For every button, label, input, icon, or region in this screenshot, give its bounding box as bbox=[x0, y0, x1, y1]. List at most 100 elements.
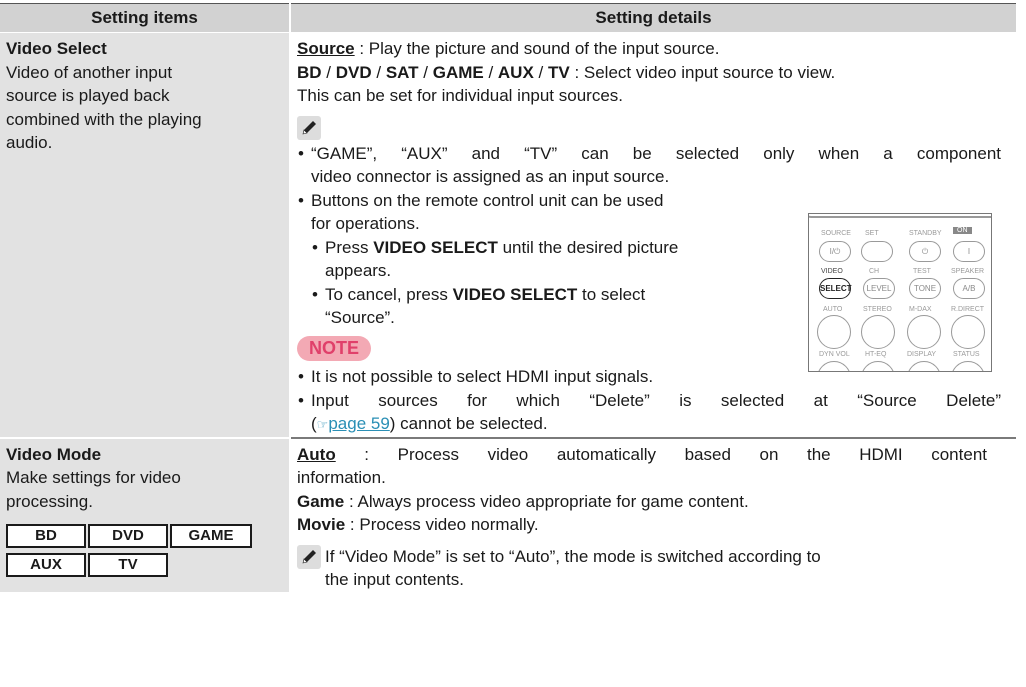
pencil-icon bbox=[297, 544, 321, 569]
bullet-text: video connector is assigned as an input … bbox=[311, 167, 670, 186]
separator: / bbox=[533, 62, 548, 82]
remote-label: R.DIRECT bbox=[951, 306, 985, 313]
remote-button-tone: TONE bbox=[909, 278, 941, 299]
note-bullet: Buttons on the remote control unit can b… bbox=[297, 189, 773, 236]
chip-dvd: DVD bbox=[88, 524, 168, 548]
opt-game: GAME bbox=[432, 62, 484, 82]
select-text-line2: This can be set for individual input sou… bbox=[297, 86, 624, 105]
remote-label: VIDEO bbox=[821, 268, 843, 275]
remote-button-rdirect bbox=[951, 315, 985, 349]
note-badge: NOTE bbox=[297, 335, 372, 361]
video-select-desc-line: audio. bbox=[6, 133, 53, 152]
video-mode-desc-line: processing. bbox=[6, 491, 93, 511]
bullet-text: Buttons on the remote control unit can b… bbox=[311, 190, 664, 210]
remote-button-level: LEVEL bbox=[863, 278, 895, 299]
header-setting-details: Setting details bbox=[290, 3, 1016, 33]
remote-label: DYN VOL bbox=[819, 351, 850, 358]
separator: / bbox=[418, 62, 433, 82]
game-label: Game bbox=[297, 491, 345, 511]
source-option: Source : Play the picture and sound of t… bbox=[297, 37, 1016, 61]
table-header-row: Setting items Setting details bbox=[0, 3, 1016, 33]
video-mode-title: Video Mode bbox=[6, 444, 102, 464]
memo-row bbox=[297, 116, 1016, 142]
opt-tv: TV bbox=[547, 62, 570, 82]
note-text: Input sources for which “Delete” is sele… bbox=[311, 390, 1001, 410]
movie-text: : Process video normally. bbox=[345, 515, 539, 534]
auto-text: : Process video automatically based on t… bbox=[335, 444, 987, 464]
video-select-key: VIDEO SELECT bbox=[373, 237, 498, 257]
video-mode-details-cell: Auto : Process video automatically based… bbox=[290, 437, 1016, 592]
remote-outline bbox=[809, 214, 991, 218]
note-text: ) cannot be selected. bbox=[389, 414, 548, 433]
pencil-icon bbox=[297, 116, 321, 141]
remote-label: DISPLAY bbox=[907, 351, 937, 358]
remote-button-dynvol bbox=[817, 361, 851, 371]
video-mode-desc-line: Make settings for video bbox=[6, 468, 181, 487]
table-row: Video Mode Make settings for video proce… bbox=[0, 437, 1016, 592]
input-select-option: BD / DVD / SAT / GAME / AUX / TV : Selec… bbox=[297, 61, 1016, 85]
remote-button-on: I bbox=[953, 241, 985, 262]
movie-option: Movie : Process video normally. bbox=[297, 513, 1016, 537]
sub-text: appears. bbox=[325, 261, 392, 280]
video-select-item-cell: Video Select Video of another input sour… bbox=[0, 32, 291, 439]
sub-text: to select bbox=[577, 284, 646, 304]
bullet-text: for operations. bbox=[311, 214, 420, 233]
remote-label: STATUS bbox=[953, 351, 980, 358]
note-text: If “Video Mode” is set to “Auto”, the mo… bbox=[325, 546, 821, 566]
auto-text-line2: information. bbox=[297, 468, 386, 487]
game-text: : Always process video appropriate for g… bbox=[344, 491, 749, 511]
remote-button-status bbox=[951, 361, 985, 371]
video-select-desc-line: Video of another input bbox=[6, 62, 173, 82]
video-mode-item-cell: Video Mode Make settings for video proce… bbox=[0, 437, 291, 592]
remote-label: CH bbox=[869, 268, 880, 275]
video-select-desc-line: combined with the playing bbox=[6, 109, 202, 129]
remote-label: TEST bbox=[913, 268, 931, 275]
remote-label: STEREO bbox=[863, 306, 892, 313]
movie-label: Movie bbox=[297, 515, 346, 534]
remote-label: M-DAX bbox=[909, 306, 932, 313]
note-bullet: “GAME”, “AUX” and “TV” can be selected o… bbox=[297, 142, 1001, 189]
page-59-link[interactable]: page 59 bbox=[328, 414, 389, 433]
bullet-text: “GAME”, “AUX” and “TV” can be selected o… bbox=[311, 143, 1001, 163]
opt-bd: BD bbox=[297, 62, 322, 82]
chip-tv: TV bbox=[88, 553, 168, 577]
opt-aux: AUX bbox=[497, 62, 534, 82]
video-select-title: Video Select bbox=[6, 39, 107, 58]
remote-label: SPEAKER bbox=[951, 268, 985, 275]
remote-label: SOURCE bbox=[821, 230, 851, 237]
remote-button-stereo bbox=[861, 315, 895, 349]
chip-aux: AUX bbox=[6, 553, 86, 577]
sub-text: To cancel, press bbox=[325, 284, 453, 304]
remote-button-mdax bbox=[907, 315, 941, 349]
opt-dvd: DVD bbox=[335, 62, 372, 82]
header-setting-items: Setting items bbox=[0, 3, 291, 33]
video-mode-note: If “Video Mode” is set to “Auto”, the mo… bbox=[297, 544, 990, 592]
sub-text: “Source”. bbox=[325, 308, 395, 327]
video-select-key: VIDEO SELECT bbox=[452, 284, 578, 304]
remote-label: SET bbox=[865, 230, 879, 237]
sub-text: until the desired picture bbox=[497, 237, 679, 257]
page-ref-icon: ☞ bbox=[316, 417, 329, 432]
separator: / bbox=[321, 62, 336, 82]
remote-button-hteq bbox=[861, 361, 895, 371]
note-text: It is not possible to select HDMI input … bbox=[311, 367, 654, 386]
remote-label: HT-EQ bbox=[865, 351, 887, 358]
remote-label-on: ON bbox=[953, 227, 972, 234]
sub-text: Press bbox=[325, 237, 374, 257]
remote-button-source: I/⏻ bbox=[819, 241, 851, 262]
note-text: the input contents. bbox=[325, 570, 464, 589]
sub-bullet: Press VIDEO SELECT until the desired pic… bbox=[311, 236, 773, 283]
source-chips: BD DVD GAME AUX TV bbox=[6, 523, 283, 581]
chip-bd: BD bbox=[6, 524, 86, 548]
source-text: : Play the picture and sound of the inpu… bbox=[354, 39, 720, 58]
sub-bullet: To cancel, press VIDEO SELECT to select … bbox=[311, 283, 773, 330]
video-select-desc-line: source is played back bbox=[6, 86, 170, 105]
game-option: Game : Always process video appropriate … bbox=[297, 490, 1016, 514]
remote-label: STANDBY bbox=[909, 230, 942, 237]
chip-game: GAME bbox=[170, 524, 252, 548]
remote-button-set bbox=[861, 241, 893, 262]
page: Setting items Setting details Video Sele… bbox=[0, 0, 1026, 687]
remote-button-display bbox=[907, 361, 941, 371]
remote-button-ab: A/B bbox=[953, 278, 985, 299]
remote-button-auto bbox=[817, 315, 851, 349]
